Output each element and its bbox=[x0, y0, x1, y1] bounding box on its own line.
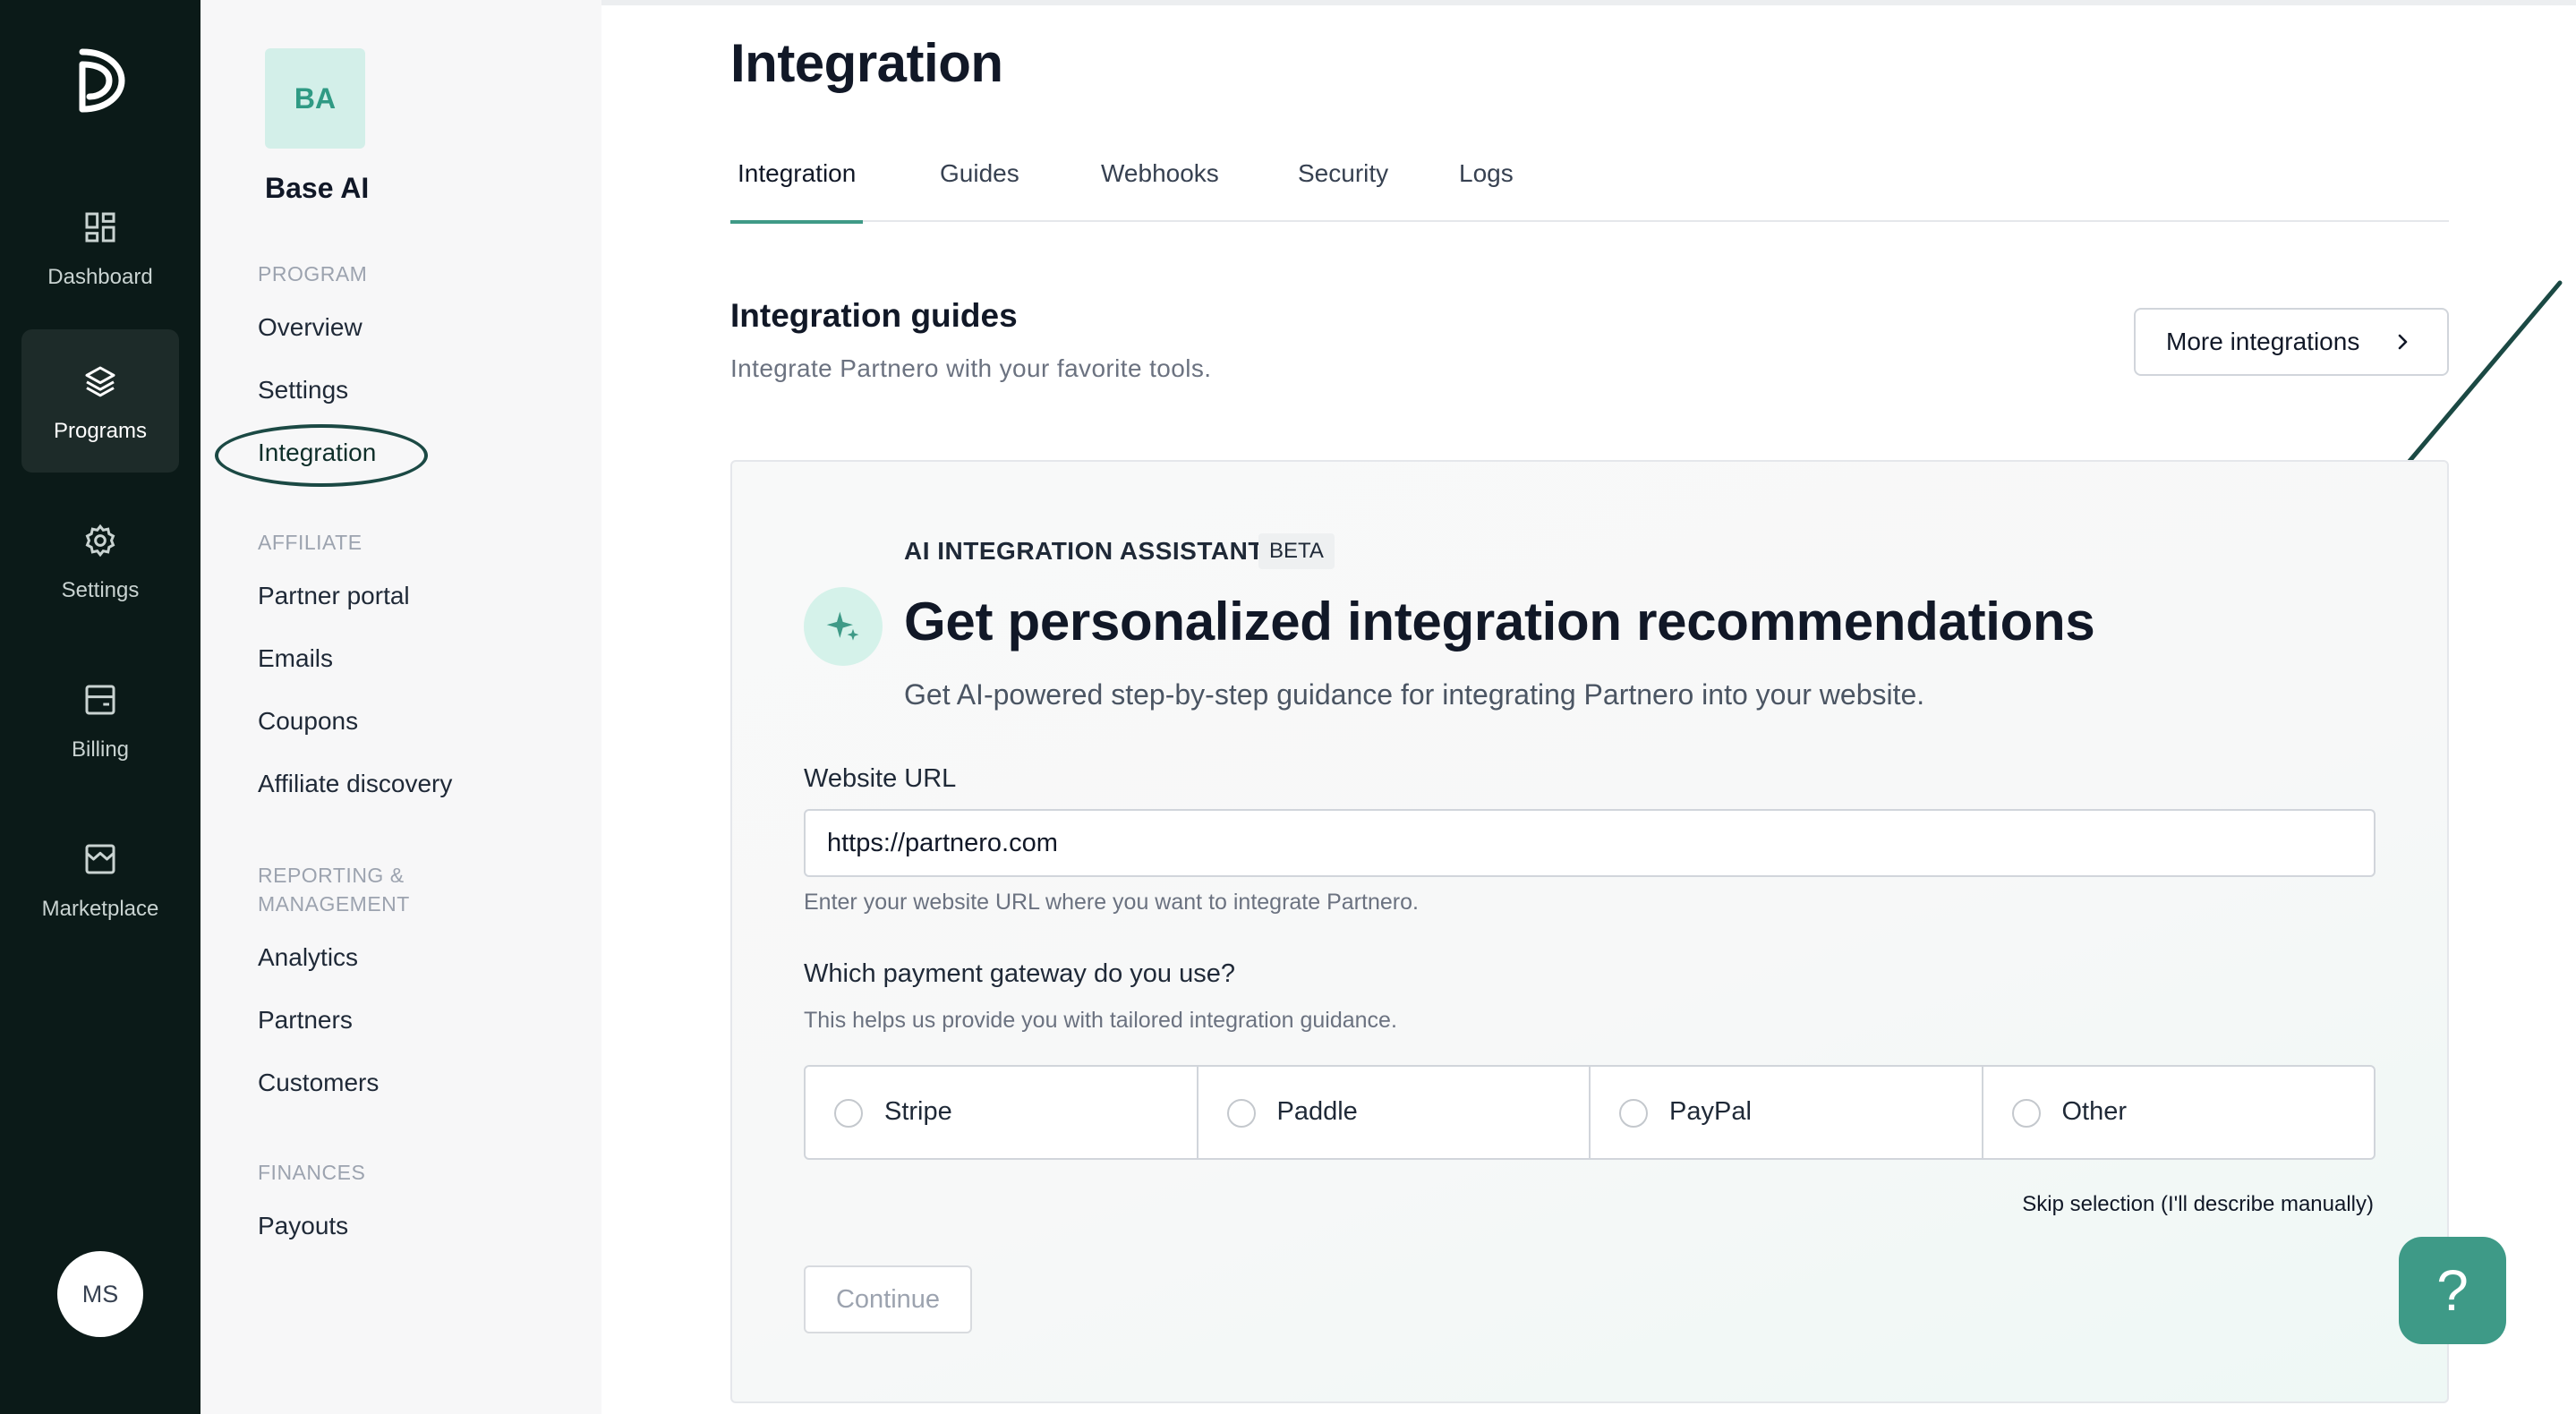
assistant-subtitle: Get AI-powered step-by-step guidance for… bbox=[904, 678, 1925, 711]
section-title: Integration guides bbox=[730, 297, 1018, 334]
rail-item-programs[interactable]: Programs bbox=[21, 329, 179, 473]
layers-icon bbox=[85, 366, 115, 397]
assistant-eyebrow: AI INTEGRATION ASSISTANT bbox=[904, 537, 1264, 565]
section-subtitle: Integrate Partnero with your favorite to… bbox=[730, 354, 1212, 382]
section-reporting: REPORTING & bbox=[258, 864, 405, 887]
tab-bar: Integration Guides Webhooks Security Log… bbox=[730, 158, 2449, 224]
ai-badge bbox=[804, 587, 883, 666]
radio-button[interactable] bbox=[1226, 1099, 1256, 1128]
sidebar-item-partner-portal[interactable]: Partner portal bbox=[258, 578, 410, 614]
org-badge[interactable]: BA bbox=[265, 48, 365, 149]
user-avatar[interactable]: MS bbox=[57, 1251, 143, 1337]
gateway-label: Other bbox=[2061, 1097, 2128, 1126]
rail-label: Marketplace bbox=[41, 897, 159, 921]
sidebar-item-payouts[interactable]: Payouts bbox=[258, 1208, 348, 1244]
sidebar-item-analytics[interactable]: Analytics bbox=[258, 940, 358, 975]
app-rail: Dashboard Programs Settings Billing Mark… bbox=[0, 0, 200, 1414]
program-sidebar: BA Base AI PROGRAM Overview Settings Int… bbox=[200, 0, 601, 1414]
tab-logs[interactable]: Logs bbox=[1452, 158, 1521, 222]
gear-icon bbox=[85, 524, 115, 558]
tab-webhooks[interactable]: Webhooks bbox=[1094, 158, 1226, 222]
sidebar-item-customers[interactable]: Customers bbox=[258, 1065, 379, 1101]
ai-assistant-card: AI INTEGRATION ASSISTANT BETA Get person… bbox=[730, 460, 2449, 1403]
assistant-title: Get personalized integration recommendat… bbox=[904, 592, 2095, 652]
beta-badge: BETA bbox=[1258, 533, 1335, 569]
gateway-label: PayPal bbox=[1669, 1097, 1752, 1126]
gateway-option-other[interactable]: Other bbox=[1983, 1067, 2375, 1158]
sidebar-item-overview[interactable]: Overview bbox=[258, 310, 363, 345]
billing-icon bbox=[85, 685, 115, 715]
radio-button[interactable] bbox=[1619, 1099, 1648, 1128]
website-url-label: Website URL bbox=[804, 764, 957, 793]
continue-button[interactable]: Continue bbox=[804, 1265, 972, 1333]
rail-label: Billing bbox=[71, 737, 130, 762]
rail-label: Settings bbox=[61, 578, 140, 602]
top-divider bbox=[601, 0, 2576, 5]
skip-selection-link[interactable]: Skip selection (I'll describe manually) bbox=[2022, 1192, 2374, 1217]
sidebar-item-coupons[interactable]: Coupons bbox=[258, 703, 358, 739]
payment-gateway-label: Which payment gateway do you use? bbox=[804, 959, 1235, 988]
tab-integration[interactable]: Integration bbox=[730, 158, 864, 224]
rail-item-marketplace[interactable]: Marketplace bbox=[21, 807, 179, 950]
rail-item-settings[interactable]: Settings bbox=[21, 489, 179, 632]
gateway-label: Stripe bbox=[884, 1097, 952, 1126]
rail-label: Programs bbox=[53, 419, 148, 443]
sidebar-item-partners[interactable]: Partners bbox=[258, 1002, 353, 1038]
section-finances: FINANCES bbox=[258, 1161, 366, 1184]
sidebar-item-affiliate-discovery[interactable]: Affiliate discovery bbox=[258, 766, 452, 802]
partnero-logo-icon[interactable] bbox=[72, 45, 129, 116]
dashboard-icon bbox=[85, 212, 115, 243]
help-button[interactable]: ? bbox=[2399, 1237, 2506, 1344]
section-program: PROGRAM bbox=[258, 262, 368, 285]
section-reporting-line2: MANAGEMENT bbox=[258, 892, 410, 916]
tab-guides[interactable]: Guides bbox=[933, 158, 1027, 222]
gateway-option-stripe[interactable]: Stripe bbox=[806, 1067, 1198, 1158]
payment-gateway-options: Stripe Paddle PayPal Other bbox=[804, 1065, 2376, 1160]
tab-security[interactable]: Security bbox=[1291, 158, 1395, 222]
sidebar-item-emails[interactable]: Emails bbox=[258, 641, 333, 677]
website-url-hint: Enter your website URL where you want to… bbox=[804, 890, 1419, 915]
more-integrations-label: More integrations bbox=[2166, 328, 2360, 355]
gateway-option-paypal[interactable]: PayPal bbox=[1591, 1067, 1983, 1158]
website-url-input[interactable] bbox=[804, 809, 2376, 877]
radio-button[interactable] bbox=[2011, 1099, 2041, 1128]
gateway-option-paddle[interactable]: Paddle bbox=[1198, 1067, 1591, 1158]
section-affiliate: AFFILIATE bbox=[258, 531, 363, 554]
org-name: Base AI bbox=[265, 172, 370, 204]
sparkles-icon bbox=[826, 611, 859, 641]
sidebar-item-settings[interactable]: Settings bbox=[258, 372, 348, 408]
payment-gateway-hint: This helps us provide you with tailored … bbox=[804, 1008, 1397, 1033]
store-icon bbox=[85, 844, 115, 874]
rail-label: Dashboard bbox=[47, 265, 153, 289]
rail-item-dashboard[interactable]: Dashboard bbox=[21, 175, 179, 319]
sidebar-item-integration[interactable]: Integration bbox=[258, 435, 376, 471]
radio-button[interactable] bbox=[834, 1099, 863, 1128]
page-title: Integration bbox=[730, 33, 1003, 93]
rail-item-billing[interactable]: Billing bbox=[21, 648, 179, 791]
gateway-label: Paddle bbox=[1276, 1097, 1358, 1126]
